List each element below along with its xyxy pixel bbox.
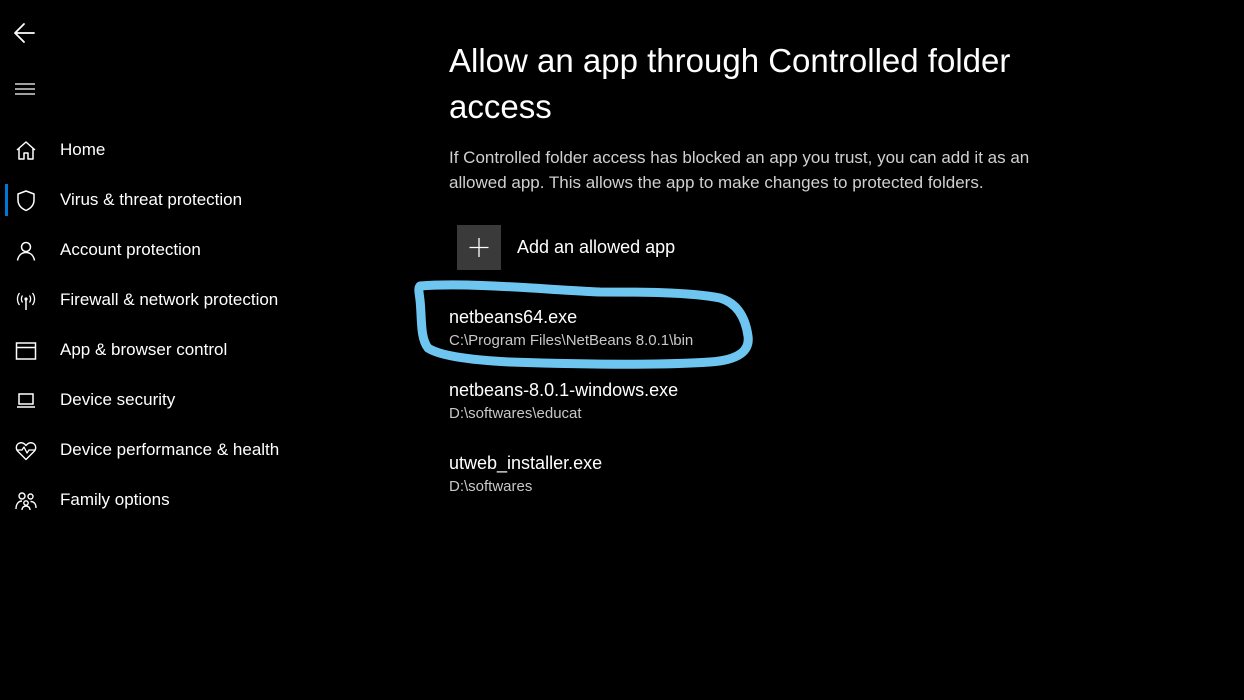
sidebar-item-virus-threat-protection[interactable]: Virus & threat protection — [0, 180, 380, 220]
back-button[interactable] — [10, 18, 40, 48]
add-allowed-app-label: Add an allowed app — [517, 237, 676, 257]
heart-pulse-icon — [15, 442, 37, 461]
add-button-tile — [457, 225, 501, 270]
sidebar-item-family-options[interactable]: Family options — [0, 480, 380, 520]
allowed-app-name: utweb_installer.exe — [449, 453, 603, 473]
shield-icon — [17, 190, 35, 212]
page-title: Allow an app through Controlled folder a… — [449, 42, 1011, 125]
sidebar-item-label: Device security — [60, 390, 176, 409]
family-icon — [15, 492, 37, 511]
selected-indicator — [5, 184, 8, 216]
plus-icon — [469, 238, 489, 257]
allowed-app-path: D:\softwares\educat — [449, 405, 582, 422]
page-description: If Controlled folder access has blocked … — [449, 148, 1030, 192]
sidebar-item-account-protection[interactable]: Account protection — [0, 230, 380, 270]
sidebar-item-device-security[interactable]: Device security — [0, 380, 380, 420]
sidebar-item-label: Home — [60, 140, 106, 159]
allowed-app-item[interactable]: utweb_installer.exe D:\softwares — [449, 452, 869, 504]
add-allowed-app-button[interactable]: Add an allowed app — [457, 225, 675, 270]
allowed-app-path: C:\Program Files\NetBeans 8.0.1\bin — [449, 332, 694, 349]
sidebar-item-label: Account protection — [60, 240, 201, 259]
sidebar-item-firewall-network-protection[interactable]: Firewall & network protection — [0, 280, 380, 320]
antenna-icon — [16, 292, 36, 310]
sidebar-item-label: Firewall & network protection — [60, 290, 279, 309]
sidebar-item-label: App & browser control — [60, 340, 228, 359]
allowed-app-path: D:\softwares — [449, 478, 533, 495]
sidebar-item-device-performance-health[interactable]: Device performance & health — [0, 430, 380, 470]
allowed-app-item[interactable]: netbeans64.exe C:\Program Files\NetBeans… — [449, 306, 869, 358]
menu-button[interactable] — [10, 74, 40, 104]
sidebar-item-home[interactable]: Home — [0, 130, 380, 170]
sidebar-item-label: Family options — [60, 490, 170, 509]
hamburger-menu-icon — [15, 83, 35, 95]
allowed-app-item[interactable]: netbeans-8.0.1-windows.exe D:\softwares\… — [449, 379, 869, 431]
allowed-app-name: netbeans64.exe — [449, 307, 578, 327]
sidebar-item-label: Virus & threat protection — [60, 190, 243, 209]
sidebar-item-label: Device performance & health — [60, 440, 280, 459]
arrow-left-icon — [14, 23, 35, 43]
home-icon — [16, 141, 36, 160]
person-icon — [16, 241, 36, 261]
browser-window-icon — [15, 342, 37, 360]
laptop-icon — [17, 393, 35, 408]
windows-security-window: Home Virus & threat protection Account p… — [0, 0, 1244, 700]
allowed-app-name: netbeans-8.0.1-windows.exe — [449, 380, 679, 400]
sidebar-item-app-browser-control[interactable]: App & browser control — [0, 330, 380, 370]
